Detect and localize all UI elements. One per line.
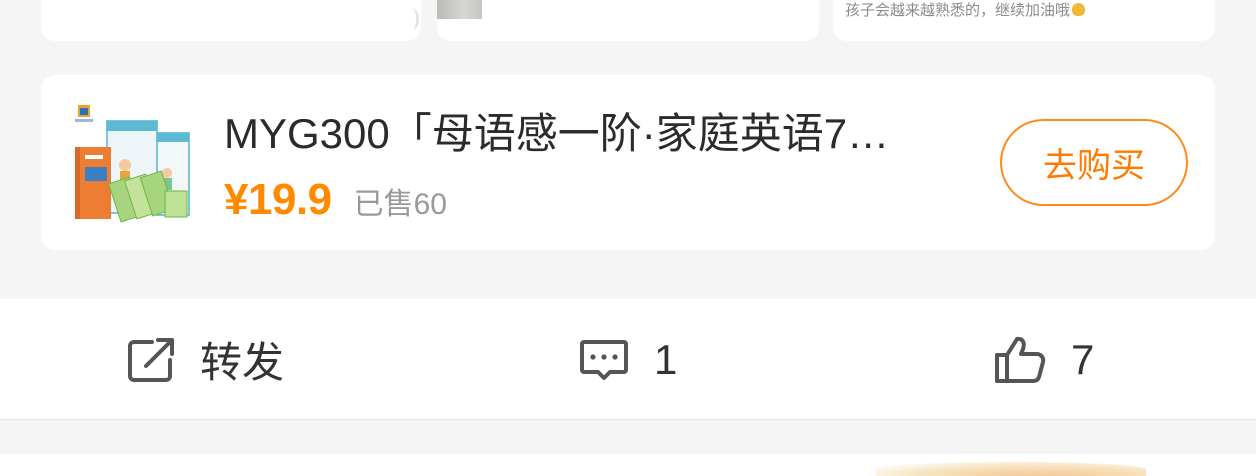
product-card[interactable]: MYG300「母语感一阶·家庭英语7… ¥19.9 已售60 去购买 (41, 75, 1215, 250)
comment-button[interactable]: 1 (578, 299, 677, 420)
feed-card-left[interactable] (41, 0, 421, 41)
product-image (69, 103, 197, 225)
thumbs-up-icon (993, 335, 1047, 385)
share-label: 转发 (200, 339, 285, 386)
next-post-thumbnail[interactable] (876, 462, 1146, 476)
card-corner-mark (405, 8, 419, 30)
muscle-emoji-icon (1072, 3, 1086, 16)
price-row: ¥19.9 已售60 (224, 175, 447, 235)
card-snippet-text: 孩子会越来越熟悉的，继续加油哦 (845, 1, 1071, 19)
like-button[interactable]: 7 (993, 299, 1094, 420)
like-count: 7 (1071, 335, 1095, 383)
comment-icon (578, 336, 630, 384)
comment-count: 1 (654, 335, 678, 383)
feed-card-middle[interactable] (437, 0, 819, 41)
sold-count: 已售60 (353, 188, 447, 221)
share-icon (126, 336, 178, 384)
post-action-bar: 转发 1 7 (0, 299, 1256, 420)
card-thumbnail (437, 0, 482, 19)
product-title[interactable]: MYG300「母语感一阶·家庭英语7… (224, 105, 984, 163)
share-button[interactable]: 转发 (126, 299, 284, 420)
product-price: ¥19.9 (224, 175, 332, 224)
feed-card-right[interactable]: 孩子会越来越熟悉的，继续加油哦 (833, 0, 1215, 41)
card-snippet: 孩子会越来越熟悉的，继续加油哦 (845, 0, 1086, 20)
buy-button[interactable]: 去购买 (1000, 119, 1188, 206)
